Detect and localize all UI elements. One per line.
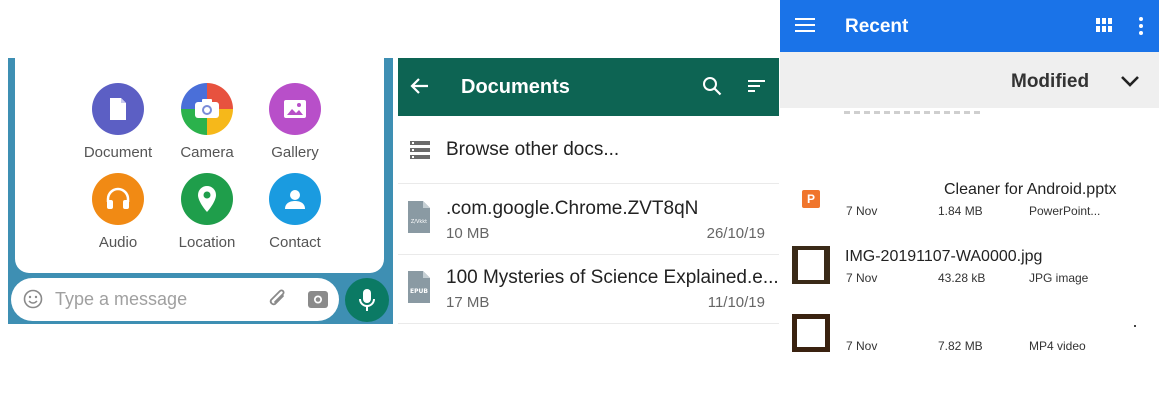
recent-file-type: PowerPoint...	[1029, 204, 1101, 218]
file-name: 100 Mysteries of Science Explained.e...	[446, 267, 779, 288]
message-input[interactable]: Type a message	[55, 289, 187, 310]
file-row[interactable]: EPUB 100 Mysteries of Science Explained.…	[398, 257, 779, 321]
search-icon[interactable]	[702, 76, 722, 101]
sort-bar[interactable]: Modified	[780, 52, 1159, 108]
recent-file-date: 7 Nov	[846, 204, 878, 218]
sort-icon[interactable]	[748, 78, 766, 99]
documents-title: Documents	[461, 76, 570, 98]
attach-location-label: Location	[178, 234, 236, 251]
attach-contact-label: Contact	[269, 234, 321, 251]
recent-file-row[interactable]: P Cleaner for Android.pptx 7 Nov 1.84 MB…	[780, 178, 1159, 222]
attach-document-label: Document	[83, 144, 153, 161]
camera-icon	[181, 83, 233, 135]
recent-file-date: 7 Nov	[846, 339, 878, 353]
attach-panel: Document Camera Gallery Audio Location C…	[8, 58, 393, 324]
location-icon	[181, 173, 233, 225]
dot	[1134, 325, 1136, 327]
back-arrow-icon[interactable]	[410, 76, 430, 101]
document-icon	[92, 83, 144, 135]
attach-camera-label: Camera	[180, 144, 234, 161]
message-input-bar[interactable]: Type a message	[11, 278, 339, 321]
documents-app-bar: Documents	[398, 58, 779, 116]
svg-text:EPUB: EPUB	[410, 288, 428, 295]
recent-title: Recent	[845, 16, 909, 37]
storage-icon	[410, 141, 430, 164]
attach-gallery-button[interactable]: Gallery	[250, 83, 340, 161]
recent-file-row[interactable]: IMG-20191107-WA0000.jpg 7 Nov 43.28 kB J…	[780, 245, 1159, 289]
browse-other-docs-row[interactable]: Browse other docs...	[398, 122, 779, 180]
recent-file-name: Cleaner for Android.pptx	[944, 181, 1117, 198]
recent-file-size: 1.84 MB	[938, 204, 983, 218]
recent-file-name: IMG-20191107-WA0000.jpg	[845, 248, 1043, 265]
attach-location-button[interactable]: Location	[162, 173, 252, 251]
epub-file-icon: EPUB	[408, 271, 430, 308]
headphones-icon	[92, 173, 144, 225]
image-thumbnail	[792, 246, 830, 284]
documents-panel: Documents Browse other docs... Z/Vkkt .c…	[398, 58, 779, 326]
microphone-icon	[359, 289, 375, 311]
video-thumbnail	[792, 314, 830, 352]
attach-audio-label: Audio	[98, 234, 138, 251]
file-date: 26/10/19	[706, 225, 765, 242]
file-name: .com.google.Chrome.ZVT8qN	[446, 198, 699, 219]
divider	[398, 323, 779, 324]
file-size: 17 MB	[446, 294, 490, 311]
recent-file-size: 43.28 kB	[938, 271, 986, 285]
recent-file-type: MP4 video	[1029, 339, 1086, 353]
recent-file-date: 7 Nov	[846, 271, 878, 285]
contact-icon	[269, 173, 321, 225]
attachment-clip-icon[interactable]	[267, 288, 289, 315]
file-size: 10 MB	[446, 225, 490, 242]
mic-button[interactable]	[345, 278, 389, 322]
clipped-row-remnant	[844, 111, 984, 114]
gallery-icon	[269, 83, 321, 135]
grid-view-icon[interactable]	[1096, 18, 1112, 37]
divider	[398, 183, 779, 184]
browse-label: Browse other docs...	[446, 139, 620, 160]
file-row[interactable]: Z/Vkkt .com.google.Chrome.ZVT8qN 10 MB 2…	[398, 188, 779, 252]
sort-label: Modified	[1011, 71, 1090, 92]
attach-camera-button[interactable]: Camera	[162, 83, 252, 161]
more-options-icon[interactable]	[1139, 17, 1143, 40]
pptx-icon: P	[802, 190, 820, 208]
attach-gallery-label: Gallery	[271, 144, 319, 161]
attach-sheet: Document Camera Gallery Audio Location C…	[15, 58, 384, 273]
emoji-icon[interactable]	[23, 289, 43, 314]
menu-icon[interactable]	[795, 17, 815, 38]
divider	[398, 254, 779, 255]
attach-contact-button[interactable]: Contact	[250, 173, 340, 251]
camera-small-icon[interactable]	[307, 289, 329, 314]
attach-document-button[interactable]: Document	[73, 83, 163, 161]
file-icon: Z/Vkkt	[408, 201, 430, 238]
attach-audio-button[interactable]: Audio	[73, 173, 163, 251]
recent-file-row[interactable]: 7 Nov 7.82 MB MP4 video	[780, 313, 1159, 357]
recent-panel: Recent Modified P Cleaner for Android.pp…	[780, 0, 1159, 360]
recent-file-size: 7.82 MB	[938, 339, 983, 353]
chevron-down-icon[interactable]	[1120, 74, 1140, 92]
recent-app-bar: Recent	[780, 0, 1159, 52]
file-date: 11/10/19	[707, 294, 765, 311]
recent-file-type: JPG image	[1029, 271, 1089, 285]
svg-text:Z/Vkkt: Z/Vkkt	[411, 219, 427, 225]
